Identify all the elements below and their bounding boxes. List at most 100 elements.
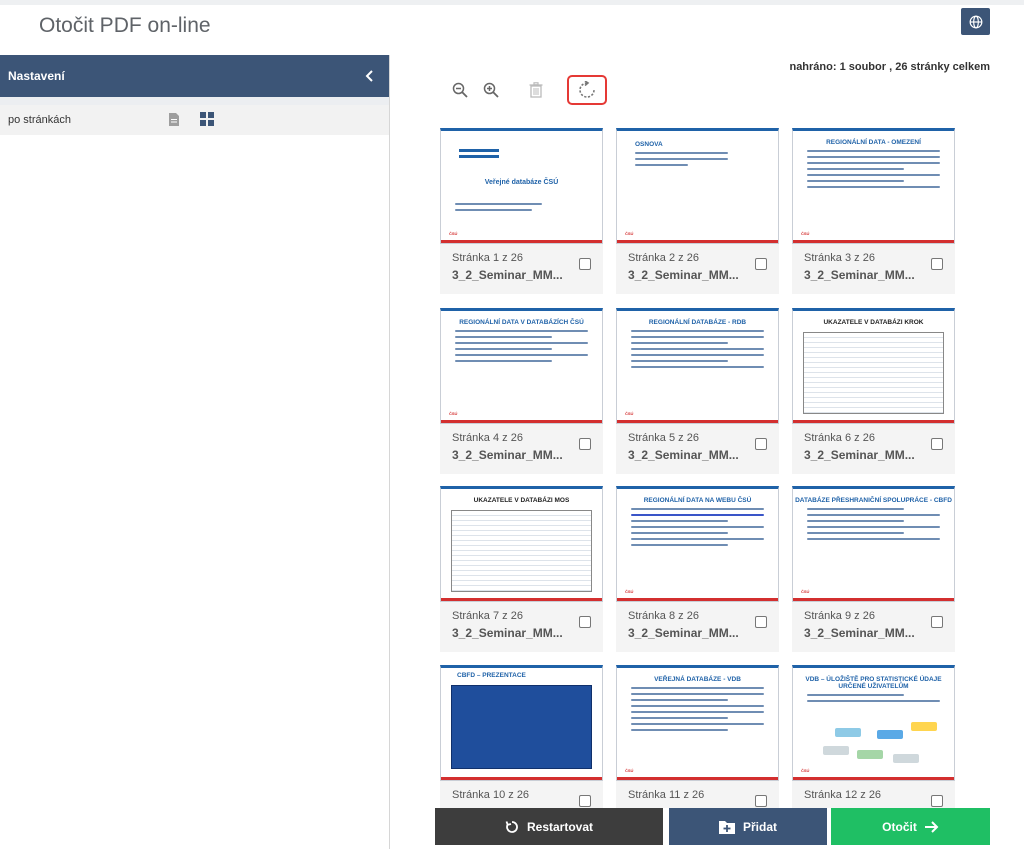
page-card[interactable]: OSNOVA ČSÚ Stránka 2 z 26 3_2_Seminar_MM… (616, 128, 779, 294)
slide-title: UKAZATELE V DATABÁZI KROK (823, 319, 924, 326)
file-name: 3_2_Seminar_MM... (804, 268, 915, 282)
card-meta: Stránka 7 z 26 3_2_Seminar_MM... (440, 602, 603, 652)
slide-text (631, 342, 728, 344)
slide-text (455, 348, 552, 350)
page-checkbox[interactable] (931, 795, 943, 807)
page-thumbnail: CBFD – PREZENTACE (440, 665, 603, 781)
file-name: 3_2_Seminar_MM... (452, 448, 563, 462)
slide-text (631, 717, 728, 719)
page-checkbox[interactable] (931, 616, 943, 628)
diagram-box (857, 750, 883, 759)
add-file-button[interactable]: Přidat (669, 808, 827, 845)
slide-text (631, 699, 728, 701)
page-thumbnail: UKAZATELE V DATABÁZI MOS (440, 486, 603, 602)
page-checkbox[interactable] (755, 258, 767, 270)
diagram-box (911, 722, 937, 731)
csu-logo (459, 149, 499, 152)
page-card[interactable]: UKAZATELE V DATABÁZI KROK Stránka 6 z 26… (792, 308, 955, 474)
zoom-out-button[interactable] (449, 79, 471, 101)
page-thumbnail-grid: Veřejné databáze ČSÚ ČSÚ Stránka 1 z 26 … (440, 128, 956, 808)
settings-sidebar: Nastavení po stránkách (0, 55, 390, 849)
slide-text (631, 687, 764, 689)
slide-text (807, 526, 940, 528)
page-card[interactable]: VEŘEJNÁ DATABÁZE - VDB ČSÚ Stránka 11 z … (616, 665, 779, 808)
page-thumbnail: REGIONÁLNÍ DATABÁZE - RDB ČSÚ (616, 308, 779, 424)
slide-title: VEŘEJNÁ DATABÁZE - VDB (654, 676, 741, 683)
page-thumbnail: VEŘEJNÁ DATABÁZE - VDB ČSÚ (616, 665, 779, 781)
page-checkbox[interactable] (579, 258, 591, 270)
slide-text (807, 186, 940, 188)
page-checkbox[interactable] (579, 438, 591, 450)
slide-text (631, 520, 728, 522)
slide-text (807, 700, 940, 702)
slide-text (631, 348, 764, 350)
slide-text (807, 180, 904, 182)
page-card[interactable]: REGIONÁLNÍ DATA V DATABÁZÍCH ČSÚ ČSÚ Str… (440, 308, 603, 474)
slide-text (631, 354, 764, 356)
slide-text (807, 174, 940, 176)
slide-table (451, 510, 592, 592)
page-checkbox[interactable] (755, 616, 767, 628)
page-card[interactable]: REGIONÁLNÍ DATABÁZE - RDB ČSÚ Stránka 5 … (616, 308, 779, 474)
zoom-out-icon (452, 82, 468, 98)
page-checkbox[interactable] (755, 438, 767, 450)
page-checkbox[interactable] (755, 795, 767, 807)
slide-screenshot (451, 685, 592, 769)
page-card[interactable]: UKAZATELE V DATABÁZI MOS Stránka 7 z 26 … (440, 486, 603, 652)
card-meta: Stránka 10 z 26 (440, 781, 603, 808)
rotate-submit-button[interactable]: Otočit (831, 808, 990, 845)
page-card[interactable]: CBFD – PREZENTACE Stránka 10 z 26 (440, 665, 603, 808)
mode-option-row[interactable]: po stránkách (0, 105, 389, 135)
slide-footer: ČSÚ (449, 231, 458, 236)
page-thumbnail: DATABÁZE PŘESHRANIČNÍ SPOLUPRÁCE - CBFD … (792, 486, 955, 602)
slide-text (807, 532, 904, 534)
page-card[interactable]: Veřejné databáze ČSÚ ČSÚ Stránka 1 z 26 … (440, 128, 603, 294)
page-title: Otočit PDF on-line (39, 14, 211, 37)
slide-footer: ČSÚ (801, 589, 810, 594)
file-name: 3_2_Seminar_MM... (628, 448, 739, 462)
page-checkbox[interactable] (931, 258, 943, 270)
page-checkbox[interactable] (579, 795, 591, 807)
zoom-in-button[interactable] (480, 79, 502, 101)
slide-title: REGIONÁLNÍ DATA - OMEZENÍ (826, 139, 921, 146)
diagram-box (893, 754, 919, 763)
rotate-icon (579, 81, 595, 98)
trash-icon (529, 82, 543, 98)
slide-text (631, 508, 764, 510)
restart-button[interactable]: Restartovat (435, 808, 663, 845)
slide-footer: ČSÚ (625, 589, 634, 594)
slide-text (455, 360, 552, 362)
chevron-left-icon[interactable] (365, 70, 375, 82)
document-icon[interactable] (168, 112, 180, 127)
card-meta: Stránka 4 z 26 3_2_Seminar_MM... (440, 424, 603, 474)
delete-button[interactable] (525, 79, 547, 101)
slide-text (631, 330, 764, 332)
slide-text (807, 150, 940, 152)
page-label: Stránka 5 z 26 (628, 432, 699, 444)
page-label: Stránka 3 z 26 (804, 252, 875, 264)
arrow-right-icon (924, 820, 939, 833)
slide-text (455, 209, 532, 211)
page-label: Stránka 4 z 26 (452, 432, 523, 444)
slide-text (807, 520, 904, 522)
page-label: Stránka 11 z 26 (628, 789, 705, 801)
page-card[interactable]: DATABÁZE PŘESHRANIČNÍ SPOLUPRÁCE - CBFD … (792, 486, 955, 652)
slide-text (631, 532, 728, 534)
language-button[interactable] (961, 8, 990, 35)
slide-title: REGIONÁLNÍ DATABÁZE - RDB (648, 319, 747, 326)
page-checkbox[interactable] (579, 616, 591, 628)
grid-icon[interactable] (200, 112, 214, 126)
restart-label: Restartovat (526, 819, 594, 834)
slide-text (455, 336, 552, 338)
slide-link (631, 514, 764, 516)
slide-text (807, 162, 940, 164)
page-thumbnail: VDB – ÚLOŽIŠTĚ PRO STATISTICKÉ ÚDAJE URČ… (792, 665, 955, 781)
page-card[interactable]: VDB – ÚLOŽIŠTĚ PRO STATISTICKÉ ÚDAJE URČ… (792, 665, 955, 808)
page-checkbox[interactable] (931, 438, 943, 450)
add-label: Přidat (742, 819, 777, 834)
page-thumbnail: OSNOVA ČSÚ (616, 128, 779, 244)
slide-title: OSNOVA (635, 141, 663, 148)
page-card[interactable]: REGIONÁLNÍ DATA NA WEBU ČSÚ ČSÚ Stránka … (616, 486, 779, 652)
page-card[interactable]: REGIONÁLNÍ DATA - OMEZENÍ ČSÚ Stránka 3 … (792, 128, 955, 294)
rotate-page-button[interactable] (567, 75, 607, 105)
